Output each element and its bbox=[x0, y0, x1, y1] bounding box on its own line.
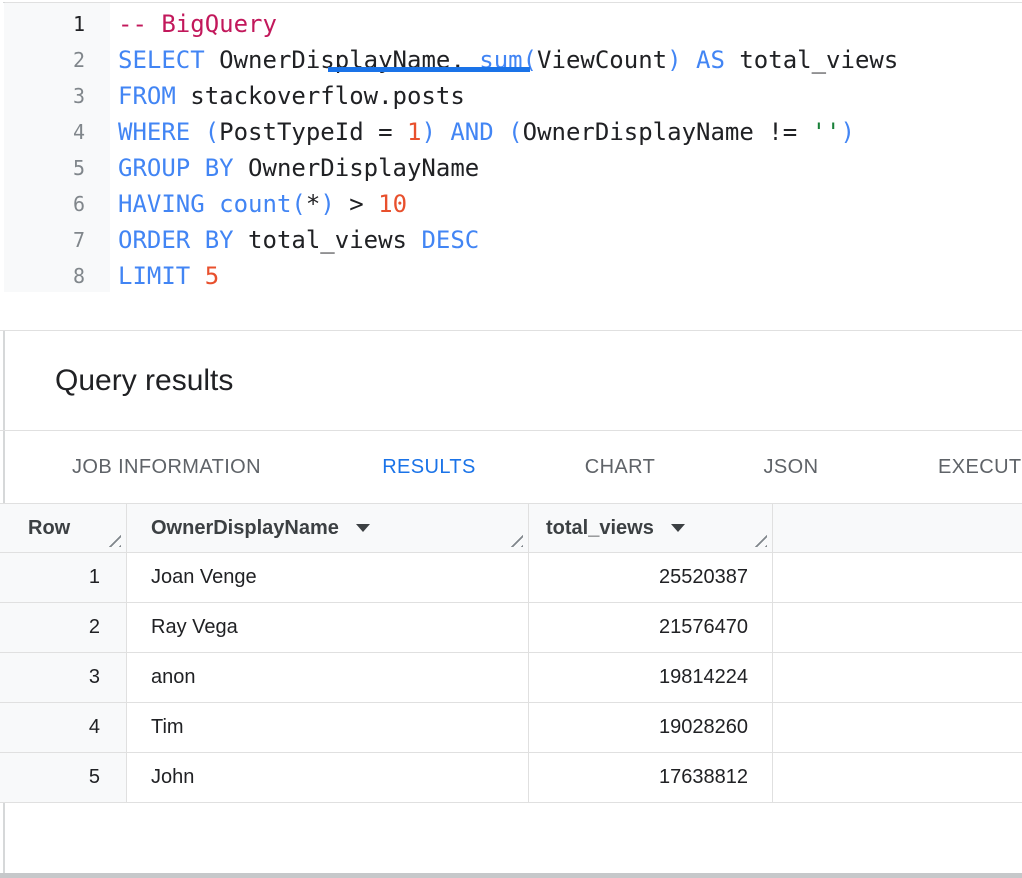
results-header: Query results bbox=[0, 331, 1022, 430]
column-resize-grip-icon[interactable] bbox=[105, 531, 121, 547]
code-line[interactable]: 4 WHERE (PostTypeId = 1) AND (OwnerDispla… bbox=[3, 114, 1022, 150]
line-number: 3 bbox=[3, 78, 85, 114]
sql-editor[interactable]: 1 -- BigQuery 2 SELECT OwnerDisplayName, su… bbox=[3, 3, 1022, 330]
cell-total-views: 25520387 bbox=[529, 553, 773, 603]
tab-json[interactable]: JSON bbox=[701, 431, 881, 503]
horizontal-scrollbar[interactable] bbox=[0, 873, 1022, 878]
code-lines: 1 -- BigQuery 2 SELECT OwnerDisplayName, su… bbox=[3, 6, 1022, 294]
code-text: ORDER BY total_views DESC bbox=[118, 222, 479, 258]
table-row: 1Joan Venge25520387 bbox=[0, 553, 1022, 603]
table-header-row: RowOwnerDisplayNametotal_views bbox=[0, 504, 1022, 553]
cell-empty bbox=[773, 553, 1022, 603]
code-line[interactable]: 5 GROUP BY OwnerDisplayName bbox=[3, 150, 1022, 186]
cell-empty bbox=[773, 603, 1022, 653]
code-line[interactable]: 8 LIMIT 5 bbox=[3, 258, 1022, 294]
sort-dropdown-icon[interactable] bbox=[671, 524, 685, 532]
code-line[interactable]: 7 ORDER BY total_views DESC bbox=[3, 222, 1022, 258]
code-line[interactable]: 1 -- BigQuery bbox=[3, 6, 1022, 42]
results-table: RowOwnerDisplayNametotal_views1Joan Veng… bbox=[0, 504, 1022, 803]
code-text: FROM stackoverflow.posts bbox=[118, 78, 465, 114]
cell-ownerdisplayname: John bbox=[127, 753, 529, 803]
column-header-row: Row bbox=[0, 504, 127, 553]
sort-dropdown-icon[interactable] bbox=[356, 524, 370, 532]
cell-row-number: 4 bbox=[0, 703, 127, 753]
tab-job-information[interactable]: JOB INFORMATION bbox=[40, 431, 293, 503]
column-header-total-views: total_views bbox=[529, 504, 773, 553]
code-text: -- BigQuery bbox=[118, 6, 277, 42]
line-number: 8 bbox=[3, 258, 85, 294]
line-number: 4 bbox=[3, 114, 85, 150]
cell-empty bbox=[773, 653, 1022, 703]
table-row: 3anon19814224 bbox=[0, 653, 1022, 703]
cell-ownerdisplayname: Ray Vega bbox=[127, 603, 529, 653]
cell-ownerdisplayname: anon bbox=[127, 653, 529, 703]
line-number: 7 bbox=[3, 222, 85, 258]
line-number: 2 bbox=[3, 42, 85, 78]
code-text: GROUP BY OwnerDisplayName bbox=[118, 150, 479, 186]
code-text: LIMIT 5 bbox=[118, 258, 219, 294]
code-text: HAVING count(*) > 10 bbox=[118, 186, 407, 222]
column-resize-grip-icon[interactable] bbox=[507, 531, 523, 547]
code-text: SELECT OwnerDisplayName, sum(ViewCount) … bbox=[118, 42, 898, 78]
cell-total-views: 19028260 bbox=[529, 703, 773, 753]
line-number: 6 bbox=[3, 186, 85, 222]
column-header-empty bbox=[773, 504, 1022, 553]
cell-total-views: 21576470 bbox=[529, 603, 773, 653]
table-row: 4Tim19028260 bbox=[0, 703, 1022, 753]
table-row: 2Ray Vega21576470 bbox=[0, 603, 1022, 653]
code-line[interactable]: 6 HAVING count(*) > 10 bbox=[3, 186, 1022, 222]
cell-ownerdisplayname: Joan Venge bbox=[127, 553, 529, 603]
table-row: 5John17638812 bbox=[0, 753, 1022, 803]
code-text: WHERE (PostTypeId = 1) AND (OwnerDisplay… bbox=[118, 114, 855, 150]
line-number: 1 bbox=[3, 6, 85, 42]
active-tab-indicator bbox=[328, 67, 530, 72]
tab-results[interactable]: RESULTS bbox=[328, 431, 530, 503]
column-header-ownerdisplayname: OwnerDisplayName bbox=[127, 504, 529, 553]
results-tabbar: JOB INFORMATION RESULTSCHARTJSON EXECUTION… bbox=[0, 431, 1022, 503]
tab-execution-details[interactable]: EXECUTION DETAILS bbox=[938, 431, 1022, 503]
page-title: Query results bbox=[55, 364, 233, 398]
cell-row-number: 5 bbox=[0, 753, 127, 803]
cell-total-views: 17638812 bbox=[529, 753, 773, 803]
tab-chart[interactable]: CHART bbox=[530, 431, 710, 503]
code-line[interactable]: 3 FROM stackoverflow.posts bbox=[3, 78, 1022, 114]
line-number: 5 bbox=[3, 150, 85, 186]
column-resize-grip-icon[interactable] bbox=[751, 531, 767, 547]
cell-empty bbox=[773, 753, 1022, 803]
cell-row-number: 2 bbox=[0, 603, 127, 653]
cell-row-number: 1 bbox=[0, 553, 127, 603]
cell-ownerdisplayname: Tim bbox=[127, 703, 529, 753]
cell-empty bbox=[773, 703, 1022, 753]
cell-total-views: 19814224 bbox=[529, 653, 773, 703]
cell-row-number: 3 bbox=[0, 653, 127, 703]
code-line[interactable]: 2 SELECT OwnerDisplayName, sum(ViewCount)… bbox=[3, 42, 1022, 78]
